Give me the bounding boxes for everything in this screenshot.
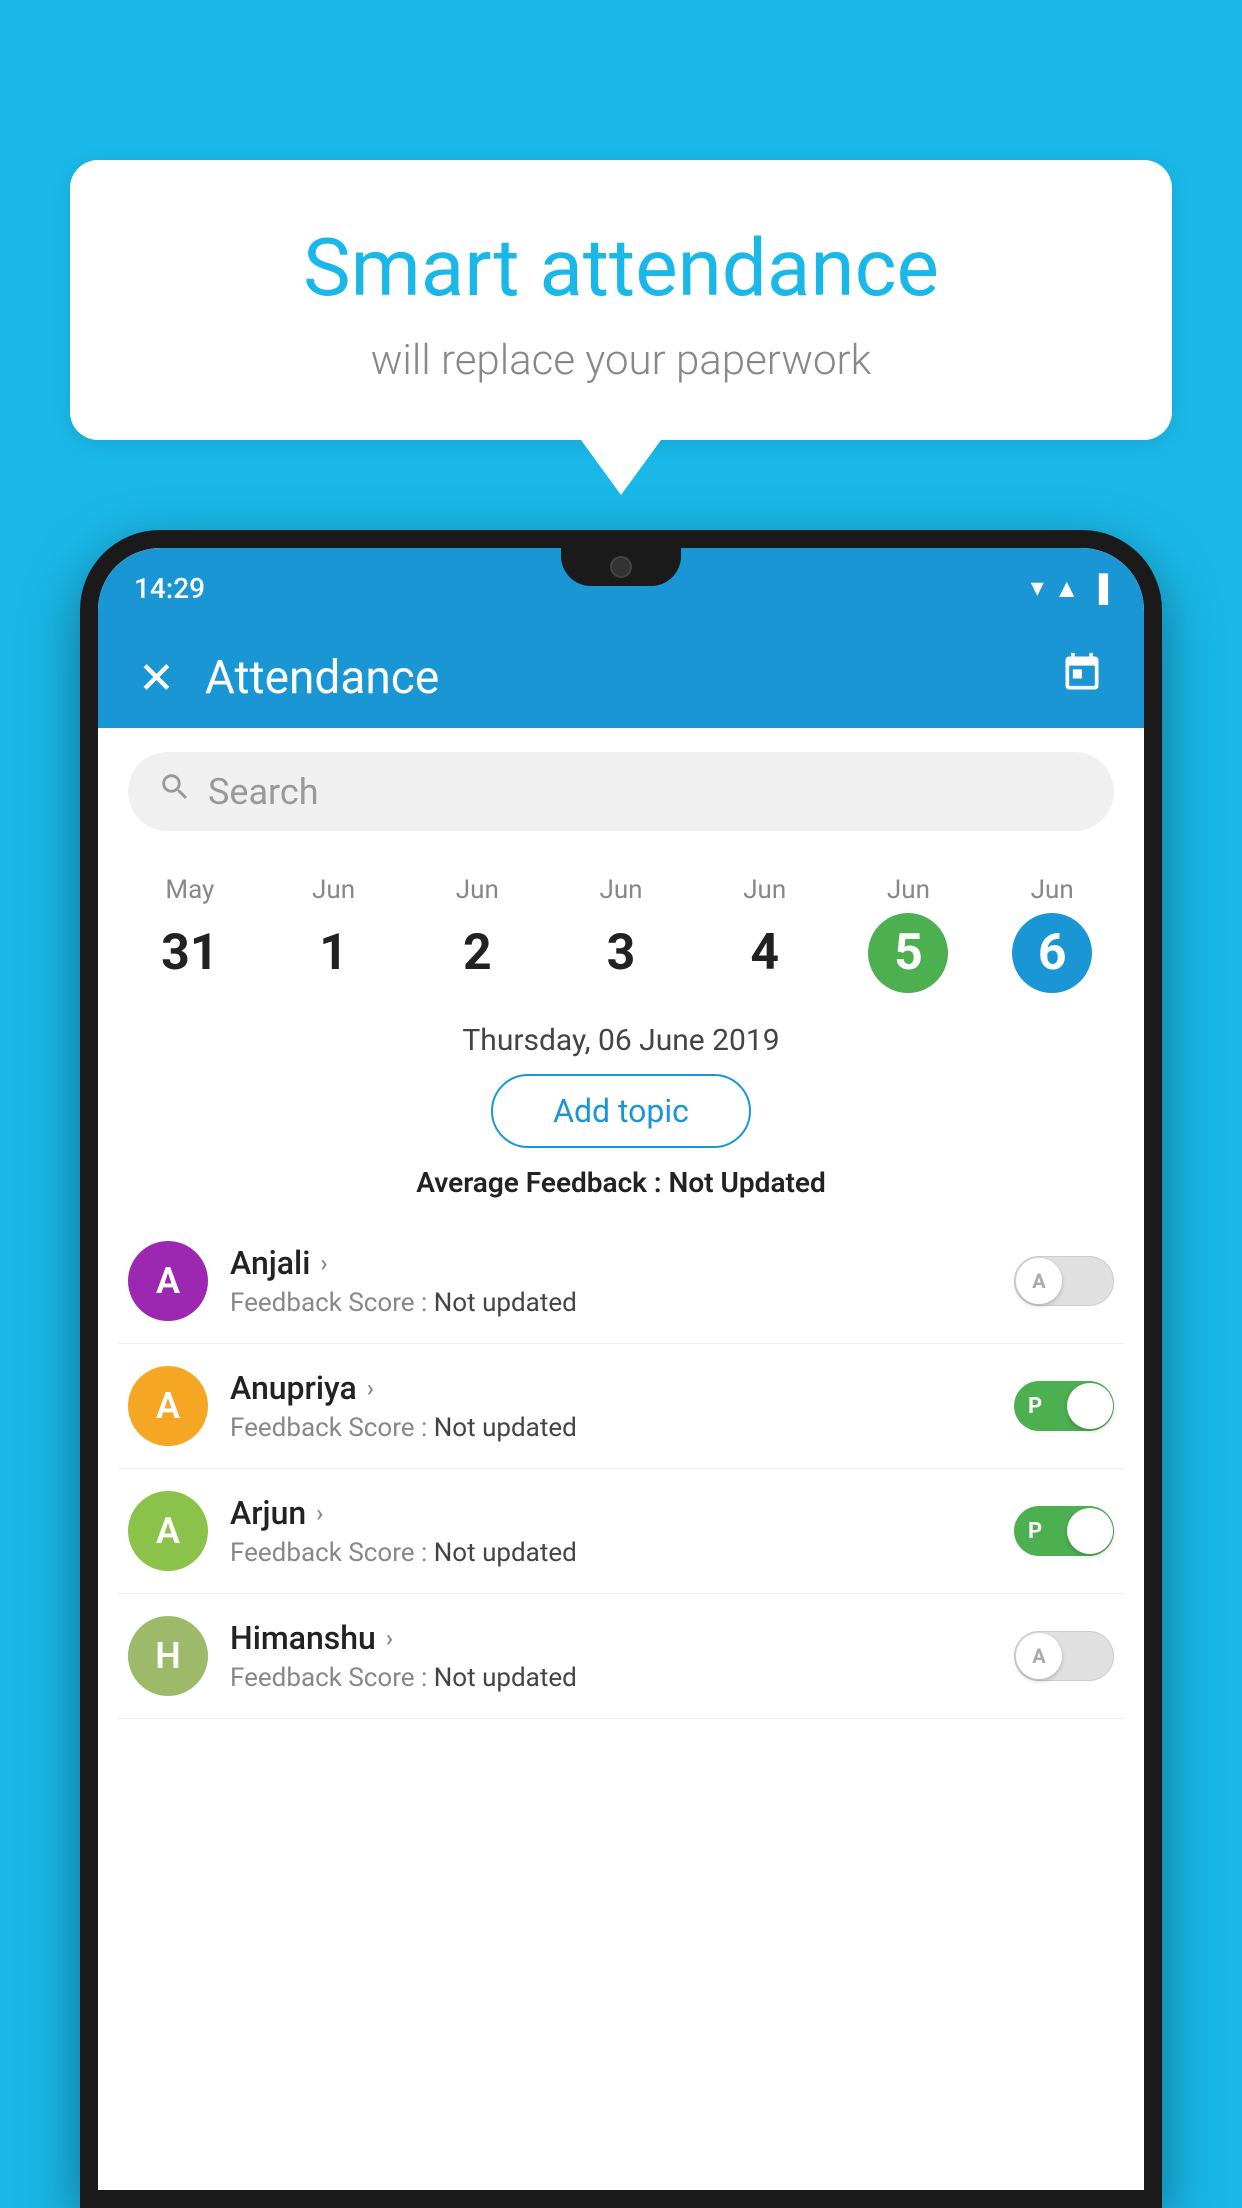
date-number[interactable]: 5 — [868, 913, 948, 993]
date-month: May — [165, 875, 214, 905]
search-icon — [158, 770, 192, 813]
avg-feedback-label: Average Feedback : — [416, 1166, 668, 1199]
student-item[interactable]: A Anjali › Feedback Score : Not updated A — [118, 1219, 1124, 1344]
student-list: AAnjali ›Feedback Score : Not updatedAAA… — [98, 1219, 1144, 1719]
search-bar[interactable]: Search — [128, 752, 1114, 831]
avg-feedback-value: Not Updated — [669, 1166, 826, 1199]
date-number[interactable]: 1 — [294, 913, 374, 993]
date-number[interactable]: 31 — [150, 913, 230, 993]
student-avatar: H — [128, 1616, 208, 1696]
status-time: 14:29 — [134, 572, 205, 605]
toggle-knob — [1067, 1508, 1113, 1554]
student-name: Arjun › — [230, 1494, 992, 1532]
date-month: Jun — [312, 875, 355, 905]
search-placeholder: Search — [208, 771, 319, 813]
avg-feedback: Average Feedback : Not Updated — [98, 1166, 1144, 1199]
signal-icon: ▲ — [1054, 573, 1080, 604]
date-item[interactable]: Jun 5 — [837, 865, 981, 1003]
date-scroller[interactable]: May 31 Jun 1 Jun 2 Jun 3 Jun 4 Jun 5 Jun 6 — [98, 855, 1144, 1013]
speech-bubble: Smart attendance will replace your paper… — [70, 160, 1172, 440]
student-feedback: Feedback Score : Not updated — [230, 1288, 992, 1318]
student-info: Anjali › Feedback Score : Not updated — [230, 1244, 992, 1318]
toggle-label: P — [1028, 1394, 1042, 1419]
attendance-toggle[interactable]: A — [1014, 1631, 1114, 1681]
date-item[interactable]: Jun 1 — [262, 865, 406, 1003]
date-month: Jun — [887, 875, 930, 905]
student-item[interactable]: H Himanshu › Feedback Score : Not updated A — [118, 1594, 1124, 1719]
student-name: Himanshu › — [230, 1619, 992, 1657]
status-bar: 14:29 ▾ ▲ ▐ — [98, 548, 1144, 628]
date-number[interactable]: 3 — [581, 913, 661, 993]
toggle-switch[interactable]: P — [1014, 1381, 1114, 1431]
chevron-icon: › — [367, 1374, 374, 1402]
toggle-switch[interactable]: P — [1014, 1506, 1114, 1556]
toggle-knob: A — [1016, 1258, 1062, 1304]
date-item[interactable]: Jun 6 — [980, 865, 1124, 1003]
battery-icon: ▐ — [1090, 573, 1108, 604]
toggle-switch[interactable]: A — [1014, 1256, 1114, 1306]
notch-camera — [610, 556, 632, 578]
student-item[interactable]: A Anupriya › Feedback Score : Not updated P — [118, 1344, 1124, 1469]
student-name: Anjali › — [230, 1244, 992, 1282]
date-item[interactable]: May 31 — [118, 865, 262, 1003]
student-name: Anupriya › — [230, 1369, 992, 1407]
calendar-icon[interactable] — [1060, 651, 1104, 705]
student-info: Himanshu › Feedback Score : Not updated — [230, 1619, 992, 1693]
student-feedback: Feedback Score : Not updated — [230, 1413, 992, 1443]
phone-screen: 14:29 ▾ ▲ ▐ ✕ Attendance — [98, 548, 1144, 2190]
app-header: ✕ Attendance — [98, 628, 1144, 728]
student-feedback: Feedback Score : Not updated — [230, 1538, 992, 1568]
date-month: Jun — [743, 875, 786, 905]
date-month: Jun — [599, 875, 642, 905]
student-avatar: A — [128, 1491, 208, 1571]
attendance-toggle[interactable]: A — [1014, 1256, 1114, 1306]
date-month: Jun — [456, 875, 499, 905]
close-button[interactable]: ✕ — [138, 652, 175, 704]
attendance-toggle[interactable]: P — [1014, 1506, 1114, 1556]
date-number[interactable]: 2 — [437, 913, 517, 993]
toggle-knob: A — [1016, 1633, 1062, 1679]
chevron-icon: › — [386, 1624, 393, 1652]
chevron-icon: › — [316, 1499, 323, 1527]
speech-bubble-subtitle: will replace your paperwork — [130, 336, 1112, 385]
date-item[interactable]: Jun 4 — [693, 865, 837, 1003]
phone-frame: 14:29 ▾ ▲ ▐ ✕ Attendance — [80, 530, 1162, 2208]
status-icons: ▾ ▲ ▐ — [1031, 573, 1108, 604]
speech-bubble-title: Smart attendance — [130, 220, 1112, 316]
selected-date-label: Thursday, 06 June 2019 — [98, 1023, 1144, 1058]
date-item[interactable]: Jun 3 — [549, 865, 693, 1003]
toggle-switch[interactable]: A — [1014, 1631, 1114, 1681]
date-item[interactable]: Jun 2 — [405, 865, 549, 1003]
student-info: Anupriya › Feedback Score : Not updated — [230, 1369, 992, 1443]
speech-bubble-container: Smart attendance will replace your paper… — [70, 160, 1172, 495]
student-info: Arjun › Feedback Score : Not updated — [230, 1494, 992, 1568]
header-title: Attendance — [205, 651, 1030, 705]
attendance-toggle[interactable]: P — [1014, 1381, 1114, 1431]
chevron-icon: › — [320, 1249, 327, 1277]
date-month: Jun — [1031, 875, 1074, 905]
date-number[interactable]: 6 — [1012, 913, 1092, 993]
student-avatar: A — [128, 1241, 208, 1321]
add-topic-button[interactable]: Add topic — [491, 1074, 751, 1148]
wifi-icon: ▾ — [1031, 573, 1044, 603]
toggle-knob — [1067, 1383, 1113, 1429]
student-feedback: Feedback Score : Not updated — [230, 1663, 992, 1693]
toggle-label: P — [1028, 1519, 1042, 1544]
notch — [561, 548, 681, 586]
date-number[interactable]: 4 — [725, 913, 805, 993]
speech-bubble-tail — [581, 440, 661, 495]
student-item[interactable]: A Arjun › Feedback Score : Not updated P — [118, 1469, 1124, 1594]
student-avatar: A — [128, 1366, 208, 1446]
